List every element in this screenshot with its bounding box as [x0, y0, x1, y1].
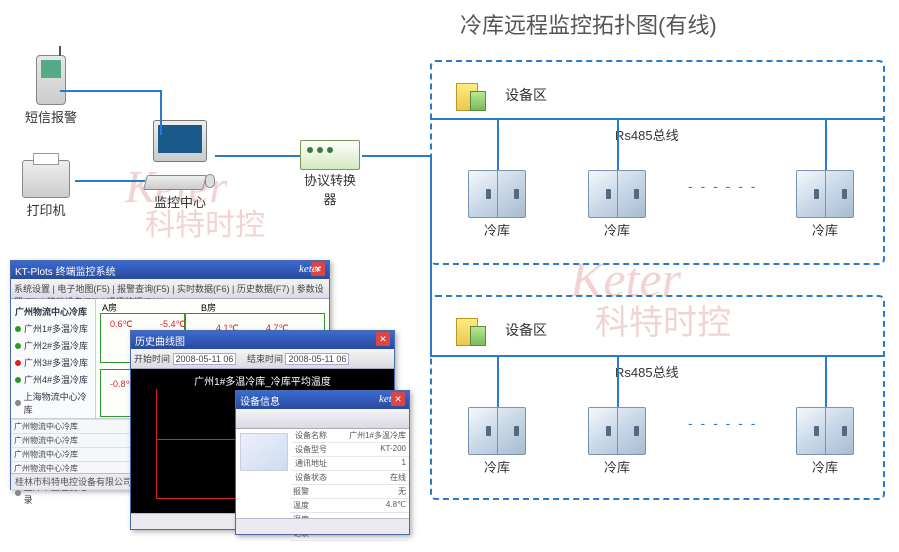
protocol-converter-node: 协议转换器	[300, 140, 360, 208]
computer-icon	[145, 120, 215, 190]
z2-store-1-label: 冷库	[468, 457, 526, 476]
z1-store-2-label: 冷库	[588, 220, 646, 239]
s2-chart-title: 广州1#多温冷库_冷库平均温度	[131, 369, 394, 392]
diagram-title: 冷库远程监控拓扑图(有线)	[460, 8, 717, 40]
detail-row: 设备名称广州1#多温冷库	[292, 429, 409, 443]
z2-store-2: 冷库	[588, 407, 646, 476]
s3-status	[236, 518, 409, 534]
protocol-converter-label: 协议转换器	[302, 170, 358, 208]
tree-item[interactable]: 广州2#多温冷库	[15, 337, 91, 354]
detail-row: 通讯地址1	[292, 457, 409, 471]
z2-store-1: 冷库	[468, 407, 526, 476]
zone-2-bus-label: Rs485总线	[615, 362, 679, 381]
tree-root[interactable]: 广州物流中心冷库	[15, 303, 91, 320]
z1-store-1: 冷库	[468, 170, 526, 239]
zone-1-label: 设备区	[505, 85, 547, 105]
y-axis	[156, 389, 157, 499]
tree-item[interactable]: 广州3#多温冷库	[15, 354, 91, 371]
tree-item[interactable]: 广州4#多温冷库	[15, 371, 91, 388]
phone-icon	[36, 55, 66, 105]
monitor-center-label: 监控中心	[145, 192, 215, 211]
zone-1-building	[452, 75, 488, 111]
line-phone-pc	[60, 90, 160, 92]
sms-alarm-label: 短信报警	[25, 107, 77, 126]
keter-logo-icon: keter	[379, 393, 401, 405]
cold-store-icon	[796, 407, 854, 455]
zone-1-bus-label: Rs485总线	[615, 125, 679, 144]
line-printer-pc	[75, 180, 145, 182]
z1-store-3-label: 冷库	[796, 220, 854, 239]
monitor-center-node: 监控中心	[145, 120, 215, 211]
zone-2-label: 设备区	[505, 320, 547, 340]
s2-date[interactable]: 2008-05-11 06	[173, 353, 237, 365]
s2-end-label: 结束时间	[247, 354, 283, 364]
z2-store-3-label: 冷库	[796, 457, 854, 476]
building-icon	[452, 75, 488, 111]
s3-body: 设备名称广州1#多温冷库设备型号KT-200通讯地址1设备状态在线报警无温度4.…	[236, 429, 409, 518]
detail-row: 设备状态在线	[292, 471, 409, 485]
z2-store-3: 冷库	[796, 407, 854, 476]
z1-store-2: 冷库	[588, 170, 646, 239]
zone-2-building	[452, 310, 488, 346]
screenshots-cluster: KT-Plots 终端监控系统 系统设置 | 电子地图(F5) | 报警查询(F…	[10, 260, 410, 540]
line-phone-pc-v	[160, 90, 162, 135]
line-pc-conv	[215, 155, 300, 157]
cold-store-icon	[468, 407, 526, 455]
keter-logo-icon: keter	[299, 263, 321, 275]
device-thumb-icon	[240, 433, 288, 471]
s2-date2[interactable]: 2008-05-11 06	[285, 353, 349, 365]
s2-start-label: 开始时间	[134, 354, 170, 364]
temp-reading: 0.6℃	[110, 319, 133, 330]
s3-toolbar[interactable]	[236, 409, 409, 429]
z2-drop2	[617, 355, 619, 407]
s1-titlebar: KT-Plots 终端监控系统	[11, 261, 329, 279]
building-icon	[452, 310, 488, 346]
tree-item[interactable]: 广州1#多温冷库	[15, 320, 91, 337]
z1-drop1	[497, 118, 499, 170]
z2-drop3	[825, 355, 827, 407]
cold-store-icon	[588, 407, 646, 455]
z1-ellipsis: - - - - - -	[688, 178, 757, 194]
s2-titlebar: 历史曲线图	[131, 331, 394, 349]
z1-store-1-label: 冷库	[468, 220, 526, 239]
detail-row: 设备型号KT-200	[292, 443, 409, 457]
cold-store-icon	[588, 170, 646, 218]
z2-store-2-label: 冷库	[588, 457, 646, 476]
detail-row: 温度4.8℃	[290, 499, 409, 513]
converter-icon	[300, 140, 360, 170]
screenshot-detail: 设备信息 keter 设备名称广州1#多温冷库设备型号KT-200通讯地址1设备…	[235, 390, 410, 535]
detail-row: 报警无	[290, 485, 409, 499]
z1-drop2	[617, 118, 619, 170]
line-conv-out	[362, 155, 430, 157]
cold-store-icon	[468, 170, 526, 218]
z2-ellipsis: - - - - - -	[688, 415, 757, 431]
z1-drop3	[825, 118, 827, 170]
printer-icon	[22, 160, 70, 198]
temp-reading: -5.4℃	[160, 319, 186, 330]
s1-toolbar[interactable]: 系统设置 | 电子地图(F5) | 报警查询(F5) | 实时数据(F6) | …	[11, 279, 329, 299]
s1-title: KT-Plots 终端监控系统	[15, 267, 116, 278]
printer-node: 打印机	[22, 160, 70, 219]
z1-store-3: 冷库	[796, 170, 854, 239]
s3-title: 设备信息	[240, 397, 280, 408]
s2-toolbar[interactable]: 开始时间 2008-05-11 06 结束时间 2008-05-11 06	[131, 349, 394, 369]
s3-titlebar: 设备信息 keter	[236, 391, 409, 409]
s2-title: 历史曲线图	[135, 337, 185, 348]
tree-item[interactable]: 上海物流中心冷库	[15, 388, 91, 418]
printer-label: 打印机	[22, 200, 70, 219]
cold-store-icon	[796, 170, 854, 218]
z2-drop1	[497, 355, 499, 407]
